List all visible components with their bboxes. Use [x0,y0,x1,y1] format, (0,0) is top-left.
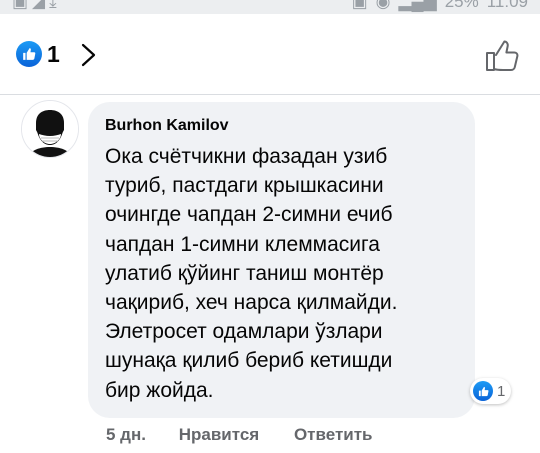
thumb-up-outline-icon[interactable] [484,36,520,74]
comment-line: улатиб қўйинг таниш монтёр [105,261,384,285]
reaction-count: 1 [47,41,60,67]
comment-reaction-count: 1 [497,382,506,400]
divider [0,94,540,95]
avatar[interactable] [21,100,79,158]
comment-reaction-pill[interactable]: 1 [470,378,512,404]
reply-button[interactable]: Ответить [294,425,373,445]
comment-line: чапдан 1-симни клеммасига [105,232,380,256]
status-bar: ▣◢⤓ ▣ ◉ ▂▄▆ 25% 11:09 [0,0,540,14]
like-badge-icon [16,41,42,67]
like-button[interactable]: Нравится [179,425,260,445]
comment-line: бир жойда. [105,378,214,402]
comment-line: Элетросет одамлари ўзлари [105,320,383,344]
comment-text: Ока счётчикни фазадан узиб туриб, пастда… [105,142,467,405]
chevron-right-icon[interactable] [77,42,99,68]
comment-line: шунақа қилиб бериб кетишди [105,349,393,373]
comment-line: очингде чапдан 2-симни ечиб [105,203,393,227]
status-notification-icons: ▣◢⤓ [12,0,61,11]
avatar-mask-icon [22,101,78,157]
comment-line: чақириб, хеч нарса қилмайди. [105,291,398,315]
comment-line: Ока счётчикни фазадан узиб [105,145,388,168]
like-mini-icon [473,381,493,401]
comment-bubble: Burhon Kamilov Ока счётчикни фазадан узи… [88,102,475,418]
comment-actions: 5 дн. Нравится Ответить [106,425,373,445]
comment-author[interactable]: Burhon Kamilov [105,117,229,135]
reactions-header[interactable]: 1 [0,14,540,94]
comment-timestamp[interactable]: 5 дн. [106,425,146,445]
status-system-icons: ▣ ◉ ▂▄▆ 25% 11:09 [351,0,528,11]
comment-line: туриб, пастдаги крышкасини [105,174,384,198]
